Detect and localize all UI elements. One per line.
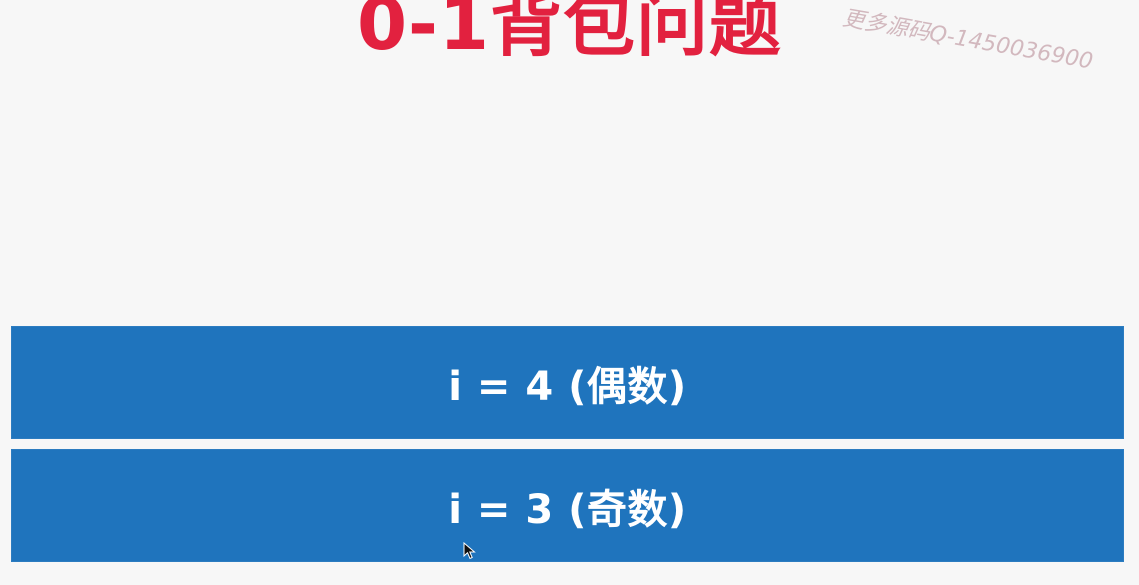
even-row-label: i = 4 (偶数) (448, 363, 687, 410)
odd-row-label: i = 3 (奇数) (448, 486, 687, 533)
odd-row-bar: i = 3 (奇数) (11, 449, 1124, 562)
slide-canvas: 0-1背包问题 更多源码Q-1450036900 i = 4 (偶数) i = … (0, 0, 1139, 585)
even-row-bar: i = 4 (偶数) (11, 326, 1124, 439)
mouse-pointer-icon (463, 542, 476, 560)
